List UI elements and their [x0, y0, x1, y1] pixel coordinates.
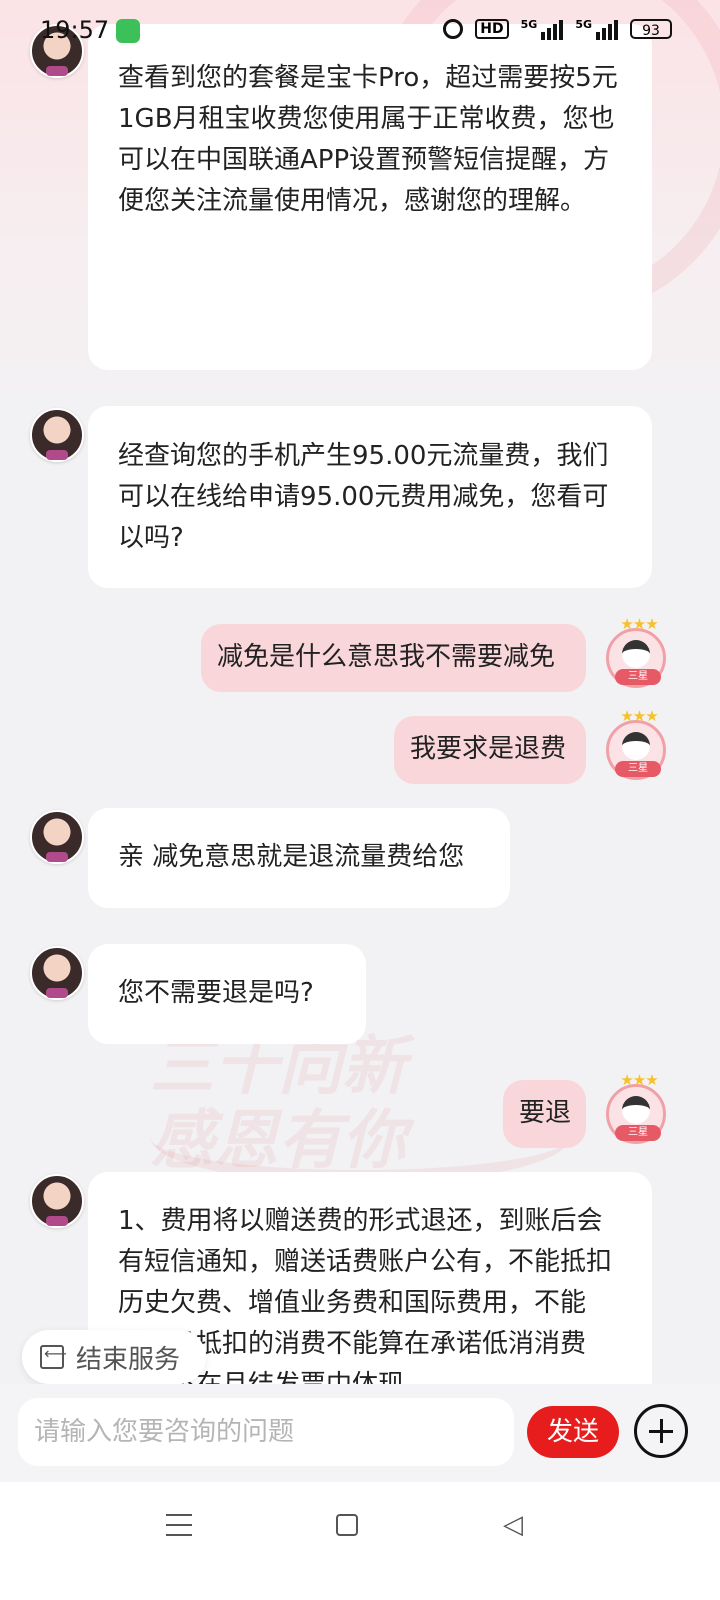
input-bar: 发送	[0, 1384, 720, 1482]
signal-icon-2: 5G	[575, 18, 618, 40]
alarm-icon	[443, 19, 464, 39]
user-face-icon	[622, 1096, 650, 1124]
rank-stars-icon: ★★★	[620, 615, 658, 633]
back-icon[interactable]: ◁	[503, 1512, 523, 1538]
agent-message: 您不需要退是吗?	[88, 944, 366, 1044]
plus-icon[interactable]	[634, 1404, 688, 1458]
menu-icon[interactable]	[166, 1514, 192, 1536]
user-message: 减免是什么意思我不需要减免	[201, 624, 586, 692]
agent-avatar[interactable]	[30, 1174, 84, 1228]
exit-icon	[40, 1344, 67, 1369]
signal-icon: 5G	[521, 18, 564, 40]
user-rank-badge: 三星	[615, 761, 661, 777]
status-bar: 19:57 HD 5G 5G 93	[0, 0, 720, 64]
end-service-label: 结束服务	[76, 1344, 181, 1375]
user-message: 要退	[503, 1080, 586, 1148]
user-avatar[interactable]: ★★★ 三星	[606, 1071, 666, 1144]
user-rank-badge: 三星	[615, 669, 661, 685]
agent-avatar[interactable]	[30, 810, 84, 864]
user-message: 我要求是退费	[394, 716, 586, 784]
agent-avatar[interactable]	[30, 408, 84, 462]
send-button[interactable]: 发送	[527, 1406, 619, 1458]
user-avatar[interactable]: ★★★ 三星	[606, 615, 666, 688]
message-input[interactable]	[18, 1398, 514, 1466]
user-face-icon	[622, 732, 650, 760]
network-type-label-2: 5G	[575, 18, 592, 31]
agent-message: 经查询您的手机产生95.00元流量费，我们可以在线给申请95.00元费用减免，您…	[88, 406, 652, 588]
end-service-button[interactable]: 结束服务	[22, 1330, 206, 1384]
system-nav-bar: ◁	[0, 1482, 720, 1600]
rank-stars-icon: ★★★	[620, 1071, 658, 1089]
battery-icon: 93	[630, 19, 672, 39]
user-rank-badge: 三星	[615, 1125, 661, 1141]
status-icons: HD 5G 5G 93	[443, 18, 672, 40]
home-icon[interactable]	[336, 1514, 358, 1536]
status-time: 19:57	[40, 16, 110, 44]
agent-avatar[interactable]	[30, 946, 84, 1000]
rank-stars-icon: ★★★	[620, 707, 658, 725]
agent-message: 查看到您的套餐是宝卡Pro，超过需要按5元1GB月租宝收费您使用属于正常收费，您…	[88, 24, 652, 370]
network-type-label: 5G	[520, 18, 538, 31]
app-notification-icon	[116, 19, 140, 43]
agent-message: 亲 减免意思就是退流量费给您	[88, 808, 510, 908]
user-avatar[interactable]: ★★★ 三星	[606, 707, 666, 780]
hd-icon: HD	[475, 19, 509, 39]
user-face-icon	[622, 640, 650, 668]
